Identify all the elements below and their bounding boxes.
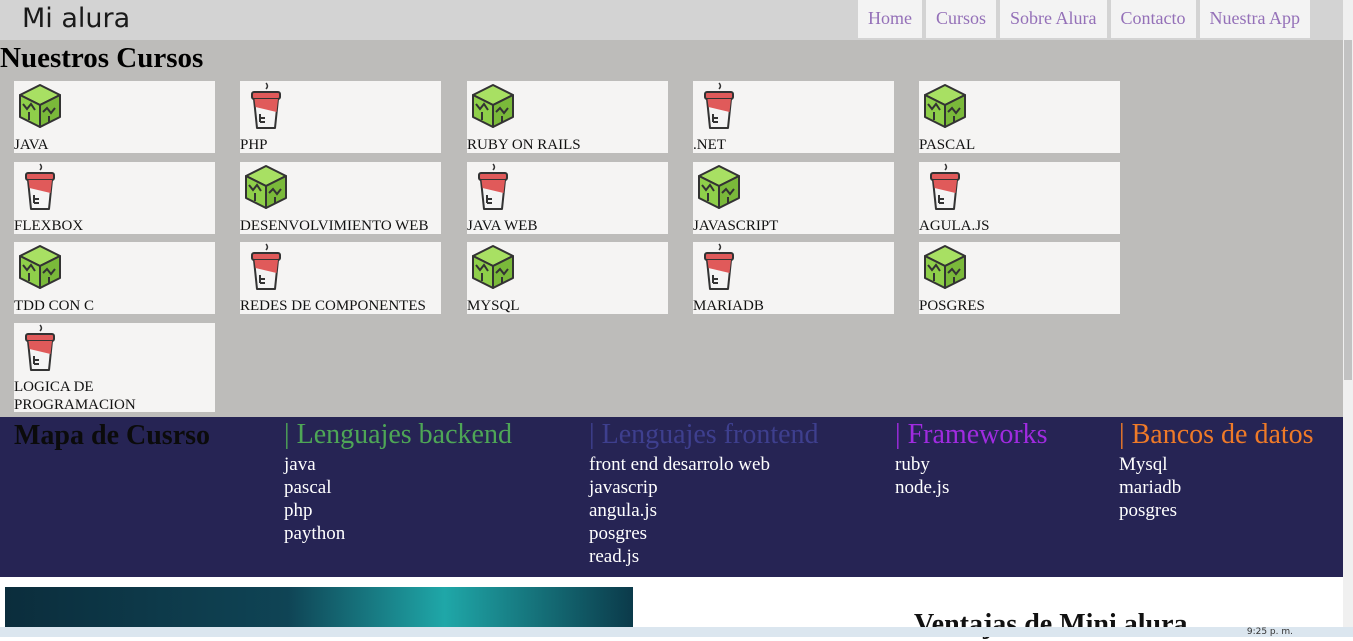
course-label: JAVA	[14, 137, 49, 153]
site-logo[interactable]: Mi alura	[22, 3, 130, 34]
course-label: DESENVOLVIMIENTO WEB	[240, 218, 429, 234]
course-label: .NET	[693, 137, 726, 153]
map-list-item: pascal	[284, 477, 332, 498]
nav-nuestra-app[interactable]: Nuestra App	[1199, 0, 1310, 38]
course-card[interactable]: JAVA WEB	[467, 162, 668, 234]
course-card[interactable]: DESENVOLVIMIENTO WEB	[240, 162, 441, 234]
course-label: MYSQL	[467, 298, 520, 314]
os-taskbar: 9:25 p. m.	[0, 627, 1353, 637]
course-card[interactable]: MARIADB	[693, 242, 894, 314]
courses-section: Nuestros Cursos JAVA PHP RUBY ON RAILS .NET…	[0, 40, 1343, 417]
course-card[interactable]: PHP	[240, 81, 441, 153]
map-list-item: ruby	[895, 454, 930, 475]
course-card[interactable]: TDD CON C	[14, 242, 215, 314]
map-list-item: angula.js	[589, 500, 658, 521]
cup-icon	[696, 82, 742, 130]
course-card[interactable]: .NET	[693, 81, 894, 153]
course-card[interactable]: MYSQL	[467, 242, 668, 314]
map-list-item: posgres	[1119, 500, 1178, 521]
course-card[interactable]: PASCAL	[919, 81, 1120, 153]
cup-icon	[470, 163, 516, 211]
course-card[interactable]: JAVA	[14, 81, 215, 153]
cup-icon	[922, 163, 968, 211]
course-card[interactable]: FLEXBOX	[14, 162, 215, 234]
cube-icon	[470, 243, 516, 291]
map-column-list: front end desarrolo web javascrip angula.j…	[589, 453, 819, 568]
nav-contacto[interactable]: Contacto	[1110, 0, 1196, 38]
map-column-list: Mysql mariadb posgres	[1119, 453, 1314, 522]
map-column-title: | Lenguajes frontend	[589, 419, 819, 450]
courses-title: Nuestros Cursos	[0, 42, 204, 74]
map-column: | Bancos de datos Mysql mariadb posgres	[1119, 417, 1314, 522]
map-column-list: ruby node.js	[895, 453, 1048, 499]
map-list-item: java	[284, 454, 316, 475]
map-column-title: | Frameworks	[895, 419, 1048, 450]
nav-home[interactable]: Home	[858, 0, 923, 38]
scrollbar-thumb[interactable]	[1344, 40, 1352, 380]
cup-icon	[17, 324, 63, 372]
map-list-item: mariadb	[1119, 477, 1182, 498]
course-card[interactable]: JAVASCRIPT	[693, 162, 894, 234]
map-column-title: | Bancos de datos	[1119, 419, 1314, 450]
course-label: JAVASCRIPT	[693, 218, 779, 234]
course-label: RUBY ON RAILS	[467, 137, 581, 153]
cube-icon	[922, 82, 968, 130]
course-card[interactable]: LOGICA DE PROGRAMACION	[14, 323, 215, 413]
course-label: JAVA WEB	[467, 218, 538, 234]
course-label: POSGRES	[919, 298, 985, 314]
map-title: Mapa de Cusrso	[14, 420, 211, 451]
map-list-item: php	[284, 500, 313, 521]
cube-icon	[243, 163, 289, 211]
cube-icon	[696, 163, 742, 211]
cube-icon	[470, 82, 516, 130]
cube-icon	[922, 243, 968, 291]
course-label: REDES DE COMPONENTES	[240, 298, 426, 314]
course-card[interactable]: AGULA.JS	[919, 162, 1120, 234]
course-label: MARIADB	[693, 298, 764, 314]
cube-icon	[17, 82, 63, 130]
map-list-item: Mysql	[1119, 454, 1168, 475]
cup-icon	[17, 163, 63, 211]
map-column: | Frameworks ruby node.js	[895, 417, 1048, 499]
map-list-item: front end desarrolo web	[589, 454, 770, 475]
hero-banner-image	[5, 587, 633, 627]
map-column: | Lenguajes frontend front end desarrolo …	[589, 417, 819, 568]
map-list-item: node.js	[895, 477, 950, 498]
course-card[interactable]: POSGRES	[919, 242, 1120, 314]
map-list-item: paython	[284, 523, 346, 544]
map-list-item: posgres	[589, 523, 648, 544]
course-label: PHP	[240, 137, 268, 153]
nav-cursos[interactable]: Cursos	[926, 0, 997, 38]
course-label: PASCAL	[919, 137, 976, 153]
cup-icon	[243, 82, 289, 130]
course-card[interactable]: RUBY ON RAILS	[467, 81, 668, 153]
page-scrollbar[interactable]	[1343, 0, 1353, 627]
site-header: Mi alura Home Cursos Sobre Alura Contact…	[0, 0, 1343, 40]
map-column: | Lenguajes backend java pascal php paython	[284, 417, 512, 545]
course-card[interactable]: REDES DE COMPONENTES	[240, 242, 441, 314]
course-label: AGULA.JS	[919, 218, 990, 234]
cup-icon	[243, 243, 289, 291]
course-map-section: Mapa de Cusrso | Lenguajes backend java pa…	[0, 417, 1343, 577]
map-column-title: | Lenguajes backend	[284, 419, 512, 450]
map-list-item: read.js	[589, 546, 640, 567]
nav-sobre-alura[interactable]: Sobre Alura	[1000, 0, 1107, 38]
course-label: LOGICA DE PROGRAMACION	[14, 379, 136, 413]
course-label: TDD CON C	[14, 298, 95, 314]
map-column-list: java pascal php paython	[284, 453, 512, 545]
course-label: FLEXBOX	[14, 218, 84, 234]
map-list-item: javascrip	[589, 477, 658, 498]
main-nav: Home Cursos Sobre Alura Contacto Nuestra…	[854, 0, 1310, 38]
taskbar-clock: 9:25 p. m.	[1246, 627, 1293, 637]
cube-icon	[17, 243, 63, 291]
cup-icon	[696, 243, 742, 291]
